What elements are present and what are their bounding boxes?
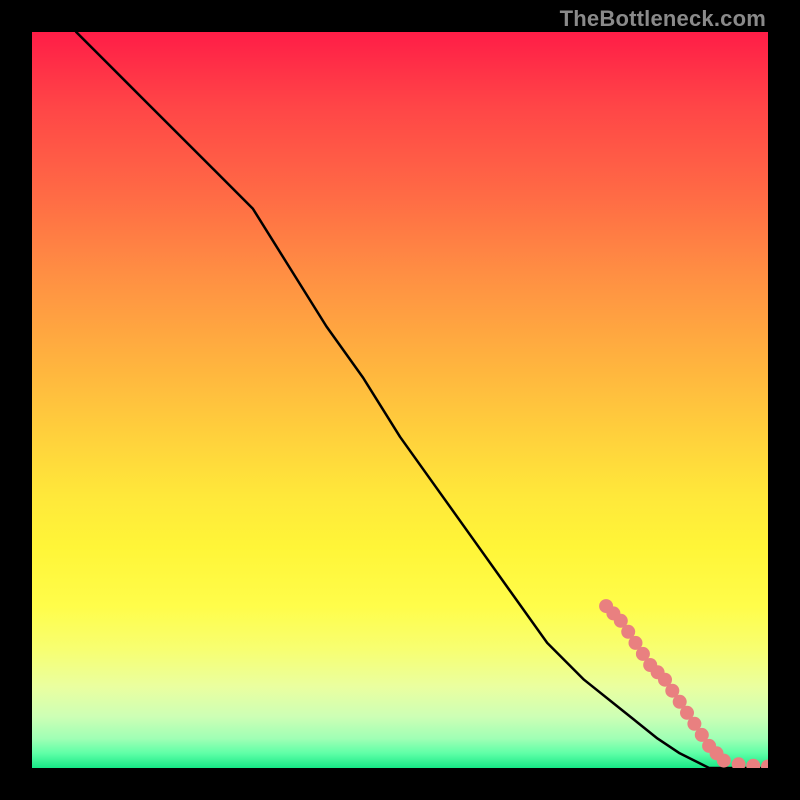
chart-overlay — [32, 32, 768, 768]
curve-line — [76, 32, 768, 768]
data-point — [746, 759, 760, 768]
chart-frame: TheBottleneck.com — [0, 0, 800, 800]
data-markers — [599, 599, 768, 768]
watermark-text: TheBottleneck.com — [560, 6, 766, 32]
data-point — [717, 754, 731, 768]
data-point — [761, 760, 768, 769]
data-point — [732, 757, 746, 768]
